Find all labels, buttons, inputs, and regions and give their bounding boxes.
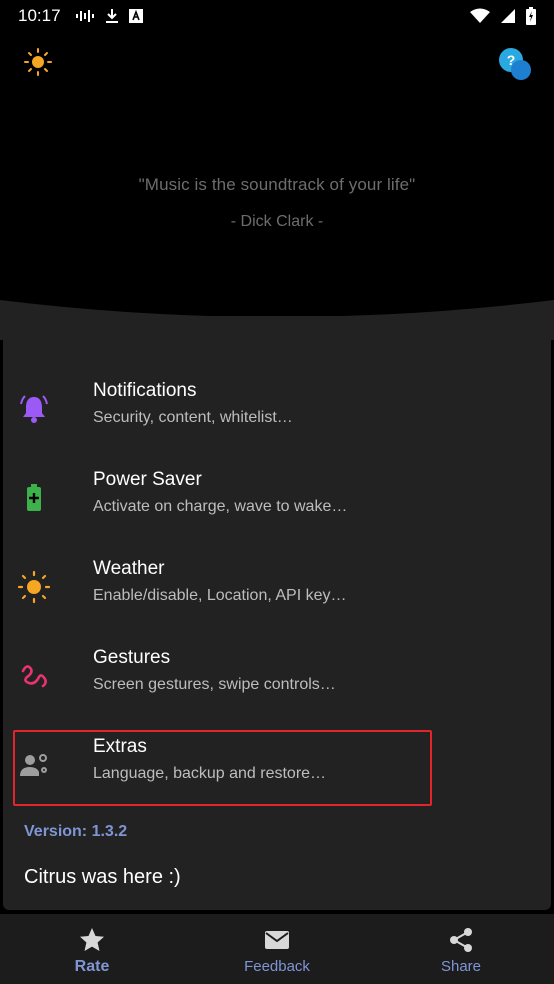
download-icon	[105, 9, 118, 23]
bell-icon	[20, 395, 48, 423]
svg-text:?: ?	[507, 52, 516, 68]
header: ? "Music is the soundtrack of your life"…	[0, 32, 554, 332]
battery-charging-icon	[526, 7, 536, 25]
wifi-icon	[470, 8, 490, 23]
menu-title: Gestures	[93, 647, 171, 668]
signal-icon	[501, 9, 515, 23]
menu-subtitle: Security, content, whitelist…	[93, 409, 293, 426]
menu-item-weather[interactable]: Weather Enable/disable, Location, API ke…	[3, 544, 551, 632]
battery-plus-icon	[27, 484, 41, 511]
menu-subtitle: Enable/disable, Location, API key…	[93, 587, 347, 604]
star-icon	[80, 928, 104, 951]
status-time: 10:17	[18, 6, 61, 25]
footer-note: Citrus was here :)	[24, 866, 181, 888]
nav-feedback[interactable]: Feedback	[207, 914, 347, 984]
panel-curve	[0, 300, 554, 340]
nav-share[interactable]: Share	[391, 914, 531, 984]
mail-icon	[265, 931, 289, 949]
menu-title: Weather	[93, 558, 165, 579]
theme-sun-icon[interactable]	[24, 48, 52, 76]
status-bar: 10:17	[0, 0, 554, 32]
share-icon	[450, 928, 472, 952]
gesture-icon	[21, 665, 47, 688]
menu-title: Power Saver	[93, 469, 202, 490]
menu-title: Notifications	[93, 380, 197, 401]
quote-text: "Music is the soundtrack of your life"	[138, 175, 416, 194]
nav-share-label: Share	[440, 958, 482, 975]
a-box-icon	[128, 9, 143, 23]
nav-rate-label: Rate	[74, 958, 110, 975]
nav-feedback-label: Feedback	[244, 958, 310, 975]
settings-panel: Notifications Security, content, whiteli…	[0, 300, 554, 910]
menu-item-gestures[interactable]: Gestures Screen gestures, swipe controls…	[3, 633, 551, 721]
menu-item-power-saver[interactable]: Power Saver Activate on charge, wave to …	[3, 455, 551, 543]
help-chat-icon[interactable]: ?	[497, 46, 533, 82]
menu-item-notifications[interactable]: Notifications Security, content, whiteli…	[3, 366, 551, 454]
menu-subtitle: Activate on charge, wave to wake…	[93, 498, 348, 515]
nav-rate[interactable]: Rate	[22, 914, 162, 984]
version-text: Version: 1.3.2	[24, 823, 128, 840]
quote-author: - Dick Clark -	[230, 213, 324, 230]
selection-highlight	[13, 730, 432, 806]
voicemail-icon	[75, 10, 94, 22]
menu-subtitle: Screen gestures, swipe controls…	[93, 676, 336, 693]
sun-icon	[17, 570, 51, 604]
bottom-nav: Rate Feedback Share	[0, 914, 554, 984]
